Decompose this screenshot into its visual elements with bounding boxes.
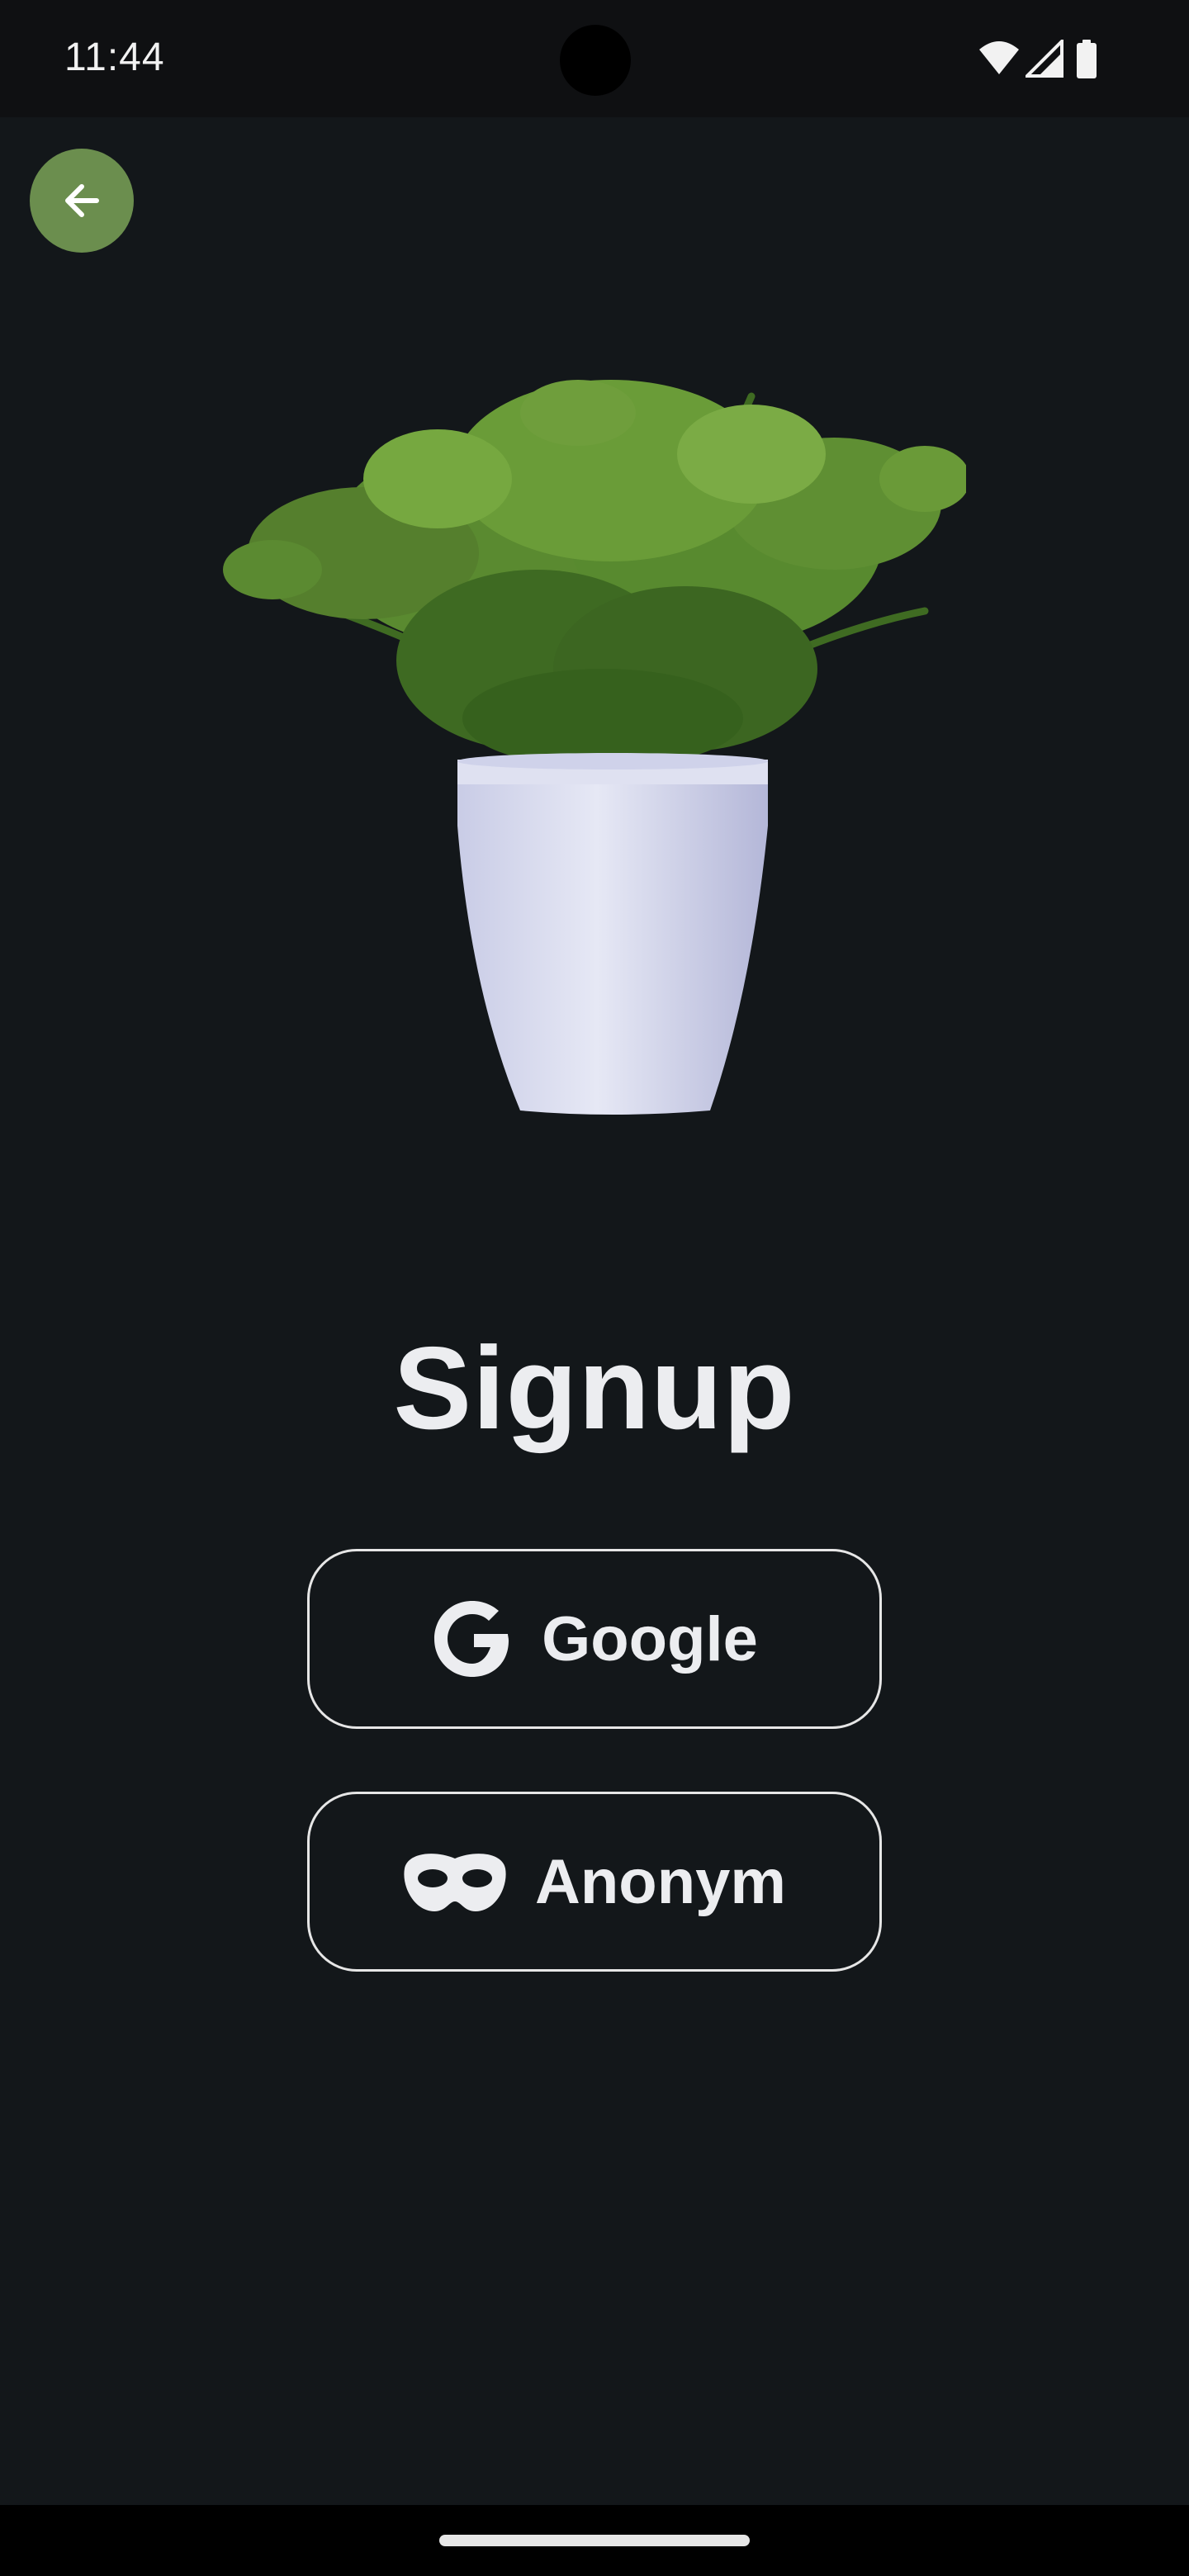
status-bar: 11:44 [0,0,1189,117]
potted-plant-image [223,380,966,1115]
home-indicator[interactable] [439,2535,750,2546]
google-icon [431,1598,514,1680]
signup-screen: 11:44 Signup Google Anonym [0,0,1189,2576]
page-title: Signup [393,1323,796,1454]
battery-icon [1077,40,1097,78]
anonymous-signup-button[interactable]: Anonym [307,1792,882,1972]
pot [457,753,768,1115]
leaves [223,380,966,768]
anonymous-button-label: Anonym [535,1846,786,1917]
status-time: 11:44 [64,36,165,79]
status-icons [978,40,1110,81]
camera-cutout [560,25,631,96]
back-button[interactable] [30,149,134,253]
wifi-icon [979,41,1019,74]
google-button-label: Google [542,1603,758,1674]
google-signup-button[interactable]: Google [307,1549,882,1729]
cellular-signal-icon [1026,40,1063,78]
mask-icon [403,1850,507,1913]
arrow-left-icon [65,184,99,217]
